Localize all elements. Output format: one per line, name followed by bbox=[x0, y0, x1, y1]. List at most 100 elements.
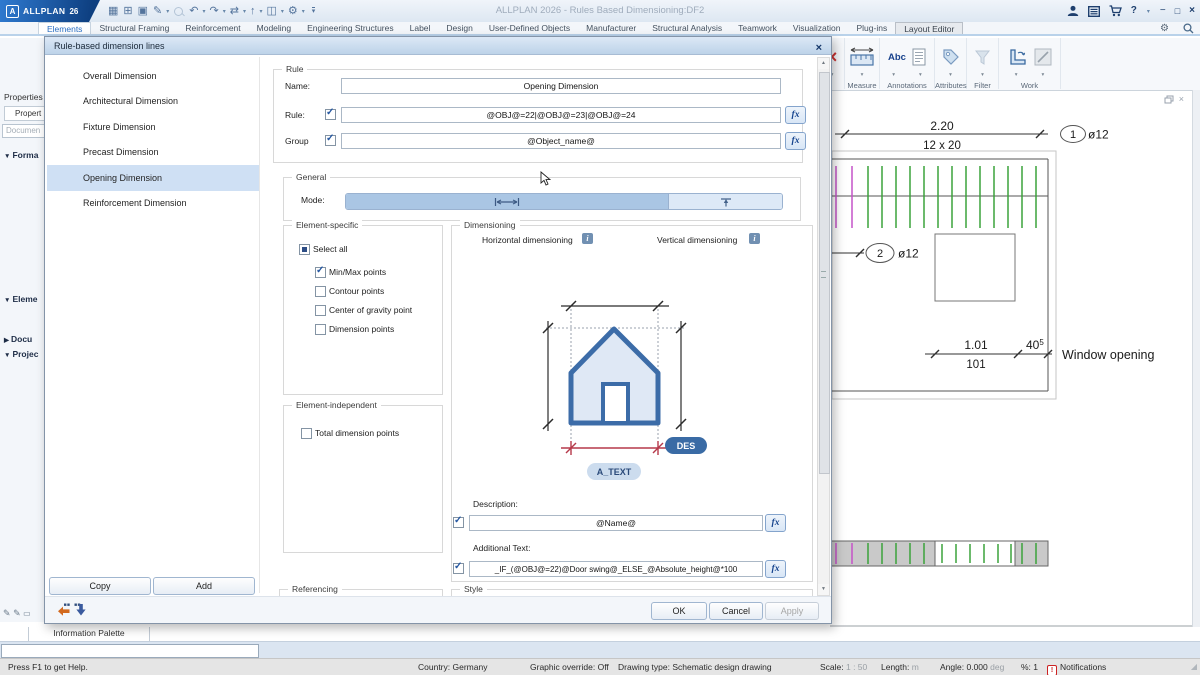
tab-reinforcement[interactable]: Reinforcement bbox=[177, 22, 248, 34]
tree-item-project[interactable]: ▼Projec bbox=[4, 349, 38, 359]
command-line-input[interactable] bbox=[1, 644, 259, 658]
ok-button[interactable]: OK bbox=[651, 602, 707, 620]
chevron-expanded-icon[interactable]: ▼ bbox=[4, 352, 10, 359]
tab-structural-analysis[interactable]: Structural Analysis bbox=[644, 22, 730, 34]
chevron-down-icon[interactable]: ▾ bbox=[201, 8, 206, 15]
tab-plug-ins[interactable]: Plug-ins bbox=[848, 22, 895, 34]
copy-button[interactable]: Copy bbox=[49, 577, 151, 595]
tree-item-document[interactable]: ▶Docu bbox=[4, 334, 32, 344]
help-icon[interactable]: ? bbox=[1131, 0, 1137, 22]
tab-design[interactable]: Design bbox=[438, 22, 480, 34]
description-input[interactable]: @Name@ bbox=[469, 515, 763, 531]
name-input[interactable]: Opening Dimension bbox=[341, 78, 781, 94]
work-environment-icon[interactable] bbox=[1008, 47, 1028, 67]
palette-filter-input[interactable]: Documen bbox=[2, 124, 45, 138]
tab-manufacturer[interactable]: Manufacturer bbox=[578, 22, 644, 34]
list-item-architectural-dimension[interactable]: Architectural Dimension bbox=[47, 89, 259, 115]
chevron-down-icon[interactable]: ▾ bbox=[1042, 72, 1045, 80]
group-checkbox[interactable] bbox=[325, 135, 336, 146]
list-item-opening-dimension[interactable]: Opening Dimension bbox=[47, 165, 259, 191]
mode-option-elevation[interactable] bbox=[668, 194, 782, 209]
chevron-down-icon[interactable]: ▾ bbox=[242, 8, 247, 15]
tab-label[interactable]: Label bbox=[402, 22, 439, 34]
chevron-down-icon[interactable]: ▾ bbox=[981, 72, 984, 80]
close-icon[interactable]: × bbox=[1179, 94, 1184, 104]
select-all-checkbox[interactable] bbox=[299, 244, 310, 255]
maximize-button[interactable]: □ bbox=[1175, 0, 1180, 22]
transfer-icon[interactable]: ↑ bbox=[248, 0, 258, 22]
dialog-scrollbar[interactable]: ▲ ▼ bbox=[817, 57, 830, 596]
tab-engineering-structures[interactable]: Engineering Structures bbox=[299, 22, 401, 34]
shop-cart-icon[interactable] bbox=[1109, 5, 1122, 17]
list-item-reinforcement-dimension[interactable]: Reinforcement Dimension bbox=[47, 191, 259, 217]
status-drawing-type[interactable]: Drawing type: Schematic design drawing bbox=[618, 662, 772, 672]
group-input[interactable]: @Object_name@ bbox=[341, 133, 781, 149]
status-notifications[interactable]: !Notifications bbox=[1047, 662, 1106, 675]
status-graphic-override[interactable]: Graphic override: Off bbox=[530, 662, 609, 672]
export-rules-icon[interactable] bbox=[74, 603, 87, 616]
search-icon[interactable] bbox=[1183, 23, 1194, 34]
allplan-connect-icon[interactable] bbox=[1088, 6, 1100, 17]
attribute-tag-icon[interactable] bbox=[941, 47, 961, 67]
import-rules-icon[interactable] bbox=[57, 603, 70, 616]
tab-visualization[interactable]: Visualization bbox=[785, 22, 849, 34]
float-window-icon[interactable] bbox=[1164, 95, 1174, 104]
tools-icon[interactable]: ⚙ bbox=[286, 0, 300, 22]
open-project-icon[interactable]: ▦ bbox=[106, 0, 120, 22]
tab-information-palette[interactable]: Information Palette bbox=[28, 627, 150, 642]
additional-formula-button[interactable]: fx bbox=[765, 560, 786, 578]
status-percent[interactable]: %: 1 bbox=[1021, 662, 1038, 672]
rule-formula-button[interactable]: fx bbox=[785, 106, 806, 124]
undo-icon[interactable]: ↶ bbox=[187, 0, 200, 22]
tree-item-format[interactable]: ▼Forma bbox=[4, 150, 38, 160]
chevron-down-icon[interactable]: ▾ bbox=[861, 72, 864, 80]
group-formula-button[interactable]: fx bbox=[785, 132, 806, 150]
chevron-collapsed-icon[interactable]: ▶ bbox=[4, 337, 9, 344]
additional-text-checkbox[interactable] bbox=[453, 563, 464, 574]
minmax-points-checkbox[interactable] bbox=[315, 267, 326, 278]
drawing-viewport[interactable]: 2.20 12 x 20 1 ø12 bbox=[830, 90, 1192, 628]
legend-document-icon[interactable] bbox=[912, 48, 926, 66]
filter-funnel-icon[interactable] bbox=[974, 49, 991, 66]
list-item-overall-dimension[interactable]: Overall Dimension bbox=[47, 63, 259, 89]
chevron-down-icon[interactable]: ▾ bbox=[1015, 72, 1018, 80]
tree-item-element[interactable]: ▼Eleme bbox=[4, 294, 37, 304]
chevron-down-icon[interactable]: ▾ bbox=[949, 72, 952, 80]
chevron-expanded-icon[interactable]: ▼ bbox=[4, 153, 10, 160]
redo-icon[interactable]: ↷ bbox=[208, 0, 221, 22]
chevron-down-icon[interactable]: ▾ bbox=[258, 8, 263, 15]
total-dimension-points-checkbox[interactable] bbox=[301, 428, 312, 439]
contour-points-checkbox[interactable] bbox=[315, 286, 326, 297]
rule-input[interactable]: @OBJ@=22|@OBJ@=23|@OBJ@=24 bbox=[341, 107, 781, 123]
chevron-expanded-icon[interactable]: ▼ bbox=[4, 297, 10, 304]
chevron-down-icon[interactable]: ▾ bbox=[919, 72, 922, 80]
scroll-up-icon[interactable]: ▲ bbox=[818, 58, 829, 69]
chevron-down-icon[interactable]: ▾ bbox=[165, 8, 170, 15]
repeat-icon[interactable]: ⇄ bbox=[228, 0, 241, 22]
viewport-scrollbar[interactable] bbox=[1192, 90, 1200, 627]
mode-option-dimension[interactable] bbox=[346, 194, 668, 209]
user-account-icon[interactable] bbox=[1067, 5, 1079, 17]
close-icon[interactable]: × bbox=[816, 39, 822, 57]
search-icon[interactable] bbox=[174, 7, 183, 16]
cancel-button[interactable]: Cancel bbox=[709, 602, 763, 620]
text-abc-icon[interactable]: Abc bbox=[888, 52, 906, 63]
measure-ruler-icon[interactable] bbox=[849, 46, 875, 68]
additional-text-input[interactable]: _IF_(@OBJ@=22)@Door swing@_ELSE_@Absolut… bbox=[469, 561, 763, 577]
description-checkbox[interactable] bbox=[453, 517, 464, 528]
scrollbar-thumb[interactable] bbox=[819, 72, 830, 474]
a-text-badge[interactable]: A_TEXT bbox=[587, 463, 641, 480]
status-scale[interactable]: Scale: 1 : 50 bbox=[820, 662, 867, 672]
tab-modeling[interactable]: Modeling bbox=[249, 22, 300, 34]
description-formula-button[interactable]: fx bbox=[765, 514, 786, 532]
tab-user-defined-objects[interactable]: User-Defined Objects bbox=[481, 22, 578, 34]
pin-icon[interactable]: ✎ bbox=[3, 608, 11, 618]
tab-properties[interactable]: Propert bbox=[4, 106, 45, 121]
chevron-down-icon[interactable]: ▾ bbox=[892, 72, 895, 80]
scroll-down-icon[interactable]: ▼ bbox=[818, 584, 829, 595]
chevron-down-icon[interactable]: ▾ bbox=[222, 8, 227, 15]
rule-checkbox[interactable] bbox=[325, 109, 336, 120]
info-icon[interactable] bbox=[582, 233, 593, 244]
list-item-precast-dimension[interactable]: Precast Dimension bbox=[47, 140, 259, 166]
resize-grip[interactable]: ◢ bbox=[1191, 662, 1197, 671]
